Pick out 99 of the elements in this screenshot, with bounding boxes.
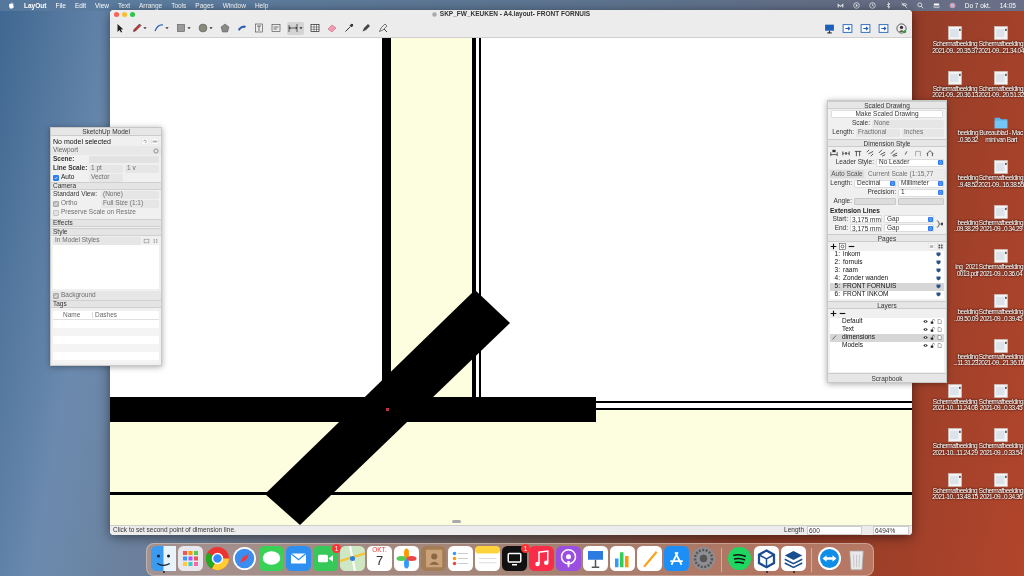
control-center-icon[interactable]: [932, 2, 940, 9]
wall-drawing[interactable]: [382, 38, 481, 290]
pen-icon[interactable]: [637, 546, 662, 571]
add-icon[interactable]: [830, 242, 837, 250]
house-icon[interactable]: [926, 148, 934, 157]
diagonal-text-icon[interactable]: [878, 148, 886, 157]
eye-icon: [923, 335, 928, 340]
layers-icon[interactable]: [781, 546, 806, 571]
face-icon[interactable]: [151, 546, 176, 571]
tick-icon[interactable]: [902, 148, 910, 157]
monitor-icon[interactable]: [824, 22, 835, 34]
label-icon: [271, 23, 281, 33]
chevron-icon: [938, 181, 943, 186]
podium-icon[interactable]: [583, 546, 608, 571]
label-tool[interactable]: [270, 21, 282, 35]
music-note-icon[interactable]: [529, 546, 554, 571]
cube-icon[interactable]: [754, 546, 779, 571]
tv-icon[interactable]: [502, 546, 527, 571]
play-icon[interactable]: [852, 2, 860, 9]
video-camera-icon[interactable]: [313, 546, 338, 571]
ring-icon[interactable]: [205, 546, 230, 571]
clock-icon[interactable]: [868, 2, 876, 9]
chevron-icon: [890, 181, 895, 186]
mail-icon[interactable]: [836, 2, 844, 9]
dimension-icon: [288, 23, 298, 33]
pencil-icon: [132, 23, 142, 33]
caret-icon: [299, 26, 303, 30]
text-above-line-icon[interactable]: [830, 148, 838, 157]
pencil-icon: [832, 335, 837, 340]
app-store-icon[interactable]: [664, 546, 689, 571]
floor-band-drawing[interactable]: [596, 401, 912, 525]
speech-bubble-icon[interactable]: [259, 546, 284, 571]
window-arrow-icon[interactable]: [860, 22, 871, 34]
chevron-icon: [928, 216, 933, 222]
grid-view-icon[interactable]: [937, 242, 944, 250]
siri-icon[interactable]: [948, 2, 956, 9]
paintbrush-icon: [237, 23, 247, 33]
table-icon: [310, 23, 320, 33]
polygon-tool[interactable]: [219, 21, 231, 35]
circle-icon: [198, 23, 208, 33]
close-button[interactable]: [114, 12, 119, 17]
map-icon[interactable]: [340, 546, 365, 571]
table-tool[interactable]: [309, 21, 321, 35]
compass-icon[interactable]: [232, 546, 257, 571]
pencil-tool[interactable]: [131, 21, 148, 35]
checkmark-icon: [54, 175, 58, 180]
arc-icon: [154, 23, 164, 33]
user-icon[interactable]: [896, 22, 907, 34]
flower-icon[interactable]: [394, 546, 419, 571]
text-box-tool[interactable]: [253, 21, 265, 35]
pen-nib-icon: [361, 23, 371, 33]
bar-chart-icon[interactable]: [610, 546, 635, 571]
checkbox[interactable]: [53, 174, 59, 181]
pointer-icon: [115, 23, 125, 33]
duplicate-icon[interactable]: [839, 242, 846, 250]
double-arrow-icon[interactable]: [817, 546, 842, 571]
polygon-icon: [220, 23, 230, 33]
lock-icon: [930, 319, 935, 324]
circle-tool[interactable]: [197, 21, 214, 35]
rectangle-icon: [176, 23, 186, 33]
window-arrow-icon[interactable]: [878, 22, 889, 34]
day-label: 7: [375, 553, 384, 568]
checkmark-icon: [54, 293, 58, 298]
add-icon[interactable]: [830, 309, 837, 317]
diagonal-text-icon[interactable]: [890, 148, 898, 157]
diagonal-text-icon[interactable]: [866, 148, 874, 157]
caret-icon: [143, 26, 147, 30]
lock-icon: [930, 327, 935, 332]
podcast-icon[interactable]: [556, 546, 581, 571]
window-arrow-icon[interactable]: [842, 22, 853, 34]
search-icon[interactable]: [916, 2, 924, 9]
lock-icon: [930, 343, 935, 348]
caret-icon: [187, 26, 191, 30]
eye-icon: [923, 327, 928, 332]
chevron-icon: [938, 160, 943, 165]
gear-icon[interactable]: [691, 546, 716, 571]
dimension-tool[interactable]: [287, 21, 304, 35]
caret-icon: [209, 26, 213, 30]
checklist-icon[interactable]: [448, 546, 473, 571]
sound-waves-icon[interactable]: [727, 546, 752, 571]
floor-band-drawing[interactable]: [110, 397, 265, 525]
apple-icon[interactable]: [8, 2, 15, 9]
address-book-icon[interactable]: [421, 546, 446, 571]
rectangle-tool[interactable]: [175, 21, 192, 35]
text-inline-icon[interactable]: [842, 148, 850, 157]
text-box-icon: [254, 23, 264, 33]
beam-crossing-drawing[interactable]: [265, 290, 596, 525]
envelope-icon[interactable]: [286, 546, 311, 571]
eraser-icon: [327, 23, 337, 33]
lock-icon: [930, 335, 935, 340]
chevron-icon: [928, 225, 933, 231]
eyedropper-icon: [344, 23, 354, 33]
caret-icon: [165, 26, 169, 30]
text-below-line-icon[interactable]: [854, 148, 862, 157]
checkmark-icon: [54, 201, 58, 206]
eye-icon: [923, 343, 928, 348]
wifi-off-icon[interactable]: [900, 2, 908, 9]
bluetooth-icon[interactable]: [884, 2, 892, 9]
chevron-icon: [938, 190, 943, 195]
